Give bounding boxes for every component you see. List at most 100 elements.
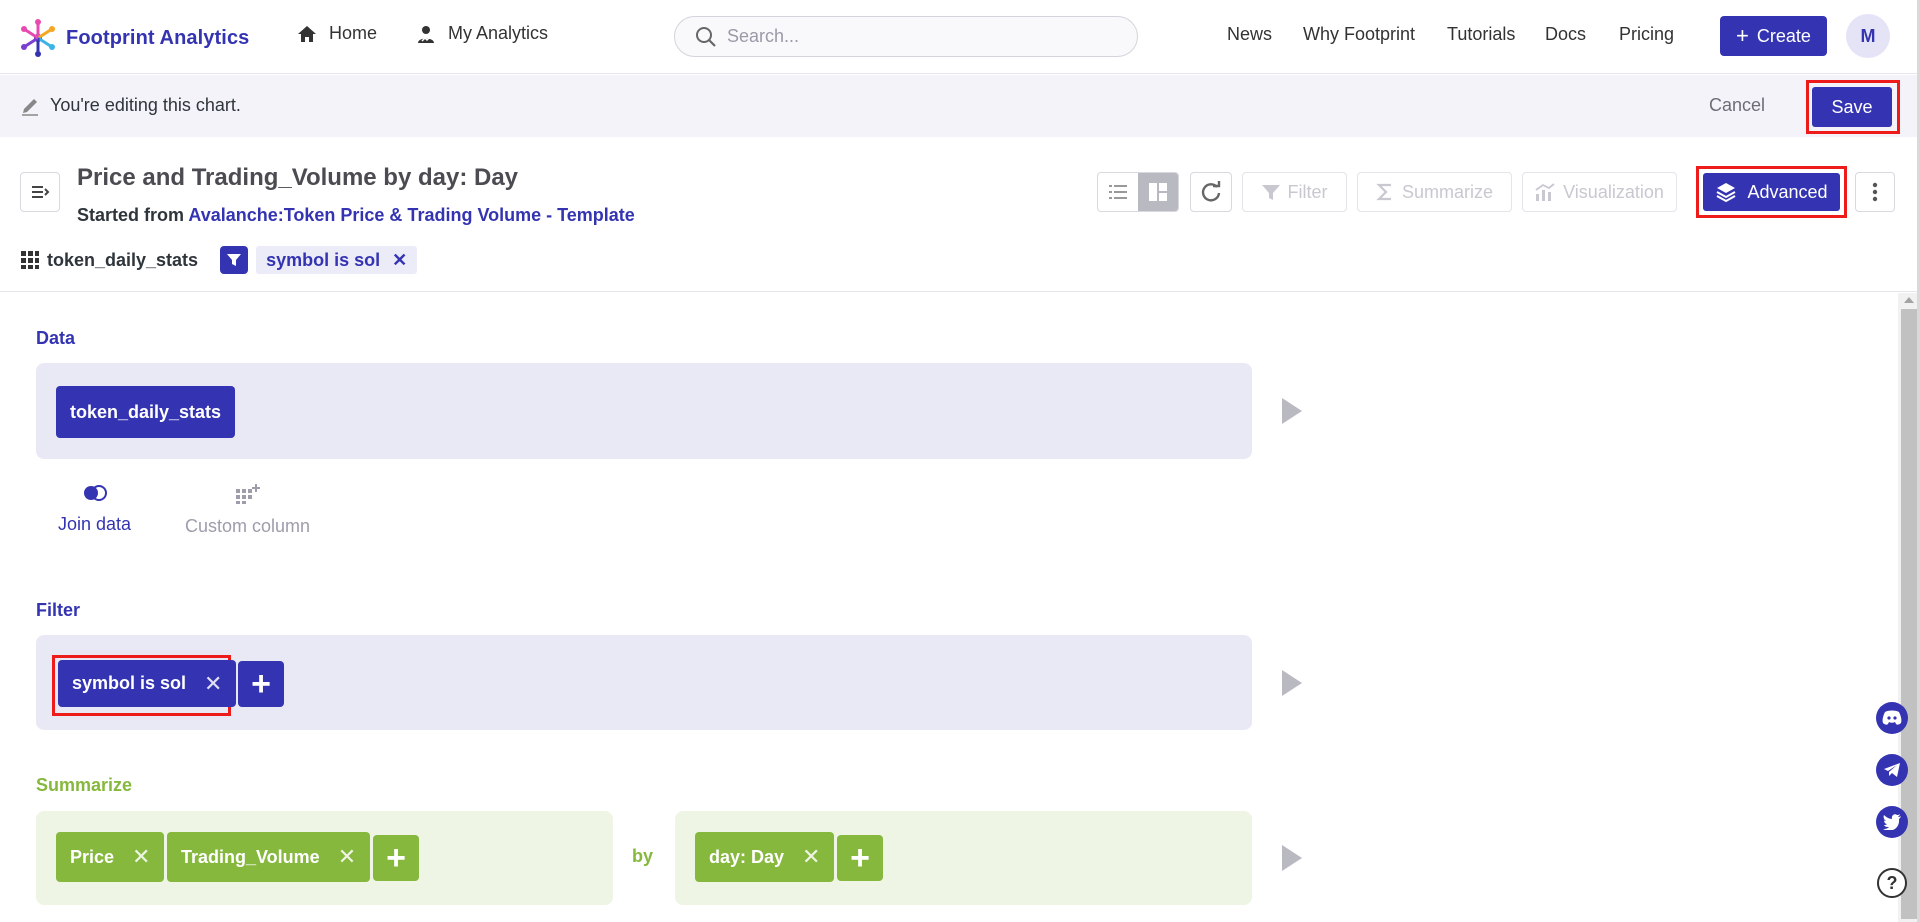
filter-preview-play-icon[interactable] [1282, 670, 1302, 696]
nav-tutorials[interactable]: Tutorials [1447, 24, 1515, 45]
close-icon[interactable]: ✕ [392, 250, 407, 271]
search-icon [696, 26, 716, 47]
nav-home[interactable]: Home [297, 23, 377, 44]
discord-icon [1882, 710, 1902, 725]
chart-icon [1535, 183, 1555, 201]
started-from-prefix: Started from [77, 205, 185, 225]
footprint-logo-icon [18, 18, 58, 58]
data-preview-play-icon[interactable] [1282, 398, 1302, 424]
close-icon[interactable]: ✕ [338, 844, 356, 870]
nav-my-analytics[interactable]: My Analytics [416, 23, 548, 44]
filter-button-label: Filter [1287, 181, 1328, 202]
plus-icon: + [1736, 23, 1749, 48]
refresh-button[interactable] [1190, 172, 1232, 212]
summarize-button-label: Summarize [1401, 181, 1494, 202]
avatar[interactable]: M [1846, 14, 1890, 58]
sidebar-toggle-button[interactable] [20, 172, 60, 212]
home-icon [298, 25, 316, 42]
source-table-name: token_daily_stats [47, 249, 199, 270]
nav-docs[interactable]: Docs [1545, 24, 1586, 45]
nav-pricing[interactable]: Pricing [1619, 24, 1674, 45]
join-icon [83, 485, 107, 501]
custom-column-label: Custom column [185, 516, 311, 536]
source-bar: token_daily_stats symbol is sol ✕ [20, 246, 418, 274]
logo[interactable]: Footprint Analytics [18, 18, 249, 58]
layers-icon [1716, 183, 1736, 203]
nav-why-footprint[interactable]: Why Footprint [1303, 24, 1415, 45]
save-button[interactable]: Save [1812, 87, 1892, 127]
page-title: Price and Trading_Volume by day: Day [77, 164, 519, 191]
summarize-preview-play-icon[interactable] [1282, 845, 1302, 871]
group-by-label: day: Day [709, 846, 785, 867]
search-box[interactable] [674, 16, 1138, 57]
data-table-label: token_daily_stats [70, 401, 222, 422]
data-table-pill[interactable]: token_daily_stats [56, 386, 236, 438]
filter-pill[interactable]: symbol is sol ✕ [58, 660, 237, 707]
more-options-button[interactable] [1855, 172, 1895, 212]
group-by-pill-day[interactable]: day: Day ✕ [695, 832, 835, 882]
more-vertical-icon [1872, 182, 1878, 202]
edit-message: You're editing this chart. [20, 95, 241, 116]
help-icon[interactable]: ? [1877, 868, 1907, 898]
filter-toggle-button[interactable] [220, 246, 249, 274]
join-data-label: Join data [58, 514, 132, 534]
top-navigation: Footprint Analytics Home My Analytics Ne… [0, 0, 1920, 74]
create-label: Create [1756, 25, 1811, 46]
pencil-icon [22, 98, 38, 116]
filter-section-label: Filter [36, 600, 81, 620]
source-table[interactable]: token_daily_stats [20, 250, 198, 271]
metric-pill-price[interactable]: Price ✕ [56, 832, 165, 882]
refresh-icon [1201, 181, 1221, 202]
grid-plus-icon [235, 484, 260, 504]
view-toggle-group [1097, 172, 1179, 212]
nav-news[interactable]: News [1227, 24, 1272, 45]
visualization-button[interactable]: Visualization [1522, 172, 1677, 212]
telegram-button[interactable] [1876, 754, 1908, 786]
join-data-button[interactable]: Join data [58, 484, 131, 535]
visualization-button-label: Visualization [1563, 181, 1664, 202]
add-filter-button[interactable]: + [238, 661, 284, 707]
grid-icon [21, 251, 39, 269]
edit-message-text: You're editing this chart. [50, 95, 241, 115]
add-group-by-button[interactable]: + [837, 835, 883, 881]
edit-mode-bar: You're editing this chart. Cancel [0, 75, 1920, 137]
metric-label-trading-volume: Trading_Volume [181, 846, 320, 867]
advanced-button-label: Advanced [1747, 181, 1828, 202]
filter-pill-label: symbol is sol [72, 673, 187, 693]
header-filter-pill[interactable]: symbol is sol ✕ [256, 246, 418, 274]
list-icon [1109, 185, 1127, 199]
filter-button[interactable]: Filter [1242, 172, 1347, 212]
funnel-icon [1261, 185, 1280, 200]
header-filter-label: symbol is sol [266, 249, 381, 270]
by-label: by [632, 846, 654, 866]
add-metric-button[interactable]: + [373, 835, 419, 881]
custom-column-button[interactable]: Custom column [185, 484, 310, 537]
metric-pill-trading-volume[interactable]: Trading_Volume ✕ [167, 832, 371, 882]
advanced-button[interactable]: Advanced [1703, 173, 1840, 211]
summarize-button[interactable]: Summarize [1357, 172, 1512, 212]
scroll-up-icon[interactable] [1904, 297, 1914, 303]
close-icon[interactable]: ✕ [802, 844, 820, 870]
twitter-button[interactable] [1876, 806, 1908, 838]
create-button[interactable]: + Create [1720, 16, 1827, 56]
discord-button[interactable] [1876, 702, 1908, 734]
dashboard-view-button[interactable] [1138, 173, 1178, 211]
logo-text: Footprint Analytics [66, 26, 250, 49]
close-icon[interactable]: ✕ [132, 844, 150, 870]
cancel-button[interactable]: Cancel [1709, 95, 1765, 116]
question-header: Price and Trading_Volume by day: Day Sta… [0, 138, 1920, 292]
summarize-section-label: Summarize [36, 775, 133, 795]
list-view-button[interactable] [1098, 173, 1138, 211]
funnel-icon [227, 254, 242, 266]
sidebar-toggle-icon [32, 186, 50, 198]
telegram-icon [1884, 763, 1900, 777]
search-input[interactable] [727, 26, 1107, 47]
nav-home-label: Home [329, 23, 378, 43]
user-chart-icon [418, 25, 434, 43]
started-from-link[interactable]: Avalanche:Token Price & Trading Volume -… [188, 205, 634, 225]
metric-label-price: Price [70, 846, 115, 867]
sigma-icon [1376, 183, 1391, 201]
twitter-icon [1883, 814, 1901, 830]
started-from: Started from Avalanche:Token Price & Tra… [77, 205, 635, 226]
close-icon[interactable]: ✕ [204, 671, 222, 697]
